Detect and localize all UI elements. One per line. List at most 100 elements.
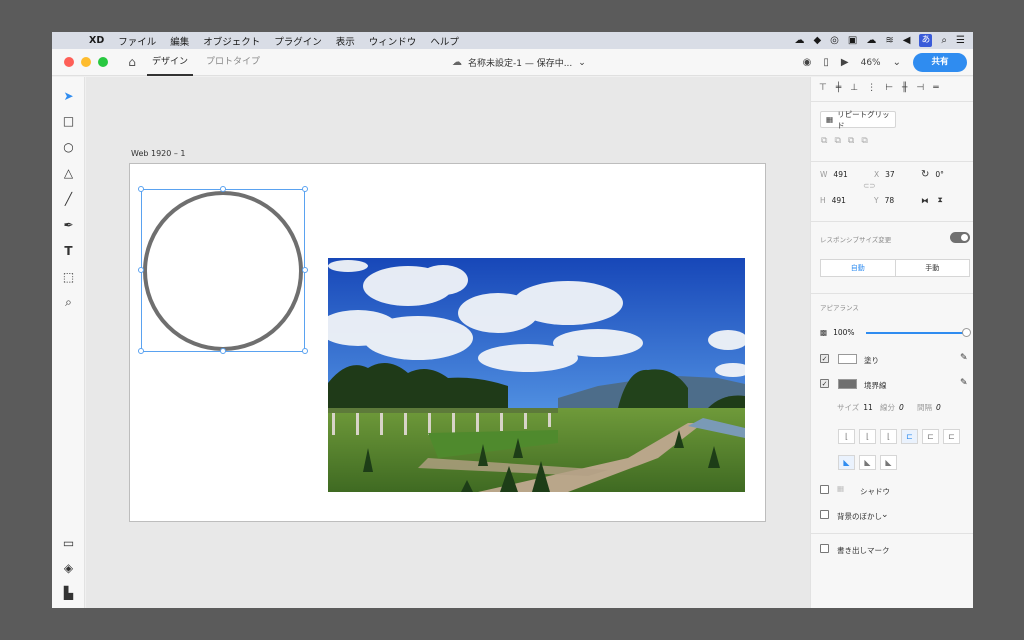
bg-blur-checkbox[interactable] [820,510,829,519]
align-bottom-icon[interactable]: ⊥ [850,83,858,93]
notification-icon[interactable]: ▣ [848,35,857,46]
intersect-icon[interactable]: ⧉ [848,136,854,146]
user-icon[interactable]: ◉ [803,57,812,68]
device-preview-icon[interactable]: ▯ [823,57,829,68]
stroke-swatch[interactable] [838,379,857,389]
stroke-outside-icon[interactable]: ⊏ [943,429,960,444]
resize-handle[interactable] [220,186,226,192]
fill-checkbox[interactable]: ✓ [820,354,829,363]
height-field[interactable]: H 491 [820,196,846,205]
align-center-icon[interactable]: ╫ [902,83,907,93]
menu-plugin[interactable]: プラグイン [267,34,329,48]
resize-handle[interactable] [302,186,308,192]
menu-file[interactable]: ファイル [111,34,163,48]
opacity-field[interactable]: ▩ 100% [820,328,855,337]
menu-edit[interactable]: 編集 [163,34,196,48]
select-tool-icon[interactable]: ➤ [60,87,77,104]
align-left-icon[interactable]: ⊢ [885,83,893,93]
auto-button[interactable]: 自動 [821,260,896,276]
opacity-slider-track[interactable] [866,332,966,334]
line-tool-icon[interactable]: ╱ [60,190,77,207]
flip-vertical-icon[interactable]: ⧗ [938,195,943,205]
pen-tool-icon[interactable]: ✒ [60,216,77,233]
maximize-window-button[interactable] [98,57,108,67]
spotlight-search-icon[interactable]: ⌕ [941,35,947,46]
y-field[interactable]: Y 78 [874,196,894,205]
shadow-checkbox[interactable] [820,485,829,494]
stroke-center-icon[interactable]: ⊏ [922,429,939,444]
plugins-icon[interactable]: ▙ [60,584,77,601]
stroke-checkbox[interactable]: ✓ [820,379,829,388]
distribute-horizontal-icon[interactable]: ═ [933,83,938,93]
wifi-icon[interactable]: ≋ [885,35,893,46]
export-mark-checkbox[interactable] [820,544,829,553]
creative-cloud-icon[interactable]: ☁ [794,35,804,46]
close-window-button[interactable] [64,57,74,67]
eyedropper-icon[interactable]: ✎ [960,378,968,388]
play-icon[interactable]: ▶ [841,57,849,68]
cap-butt-icon[interactable]: ⌊ [838,429,855,444]
align-top-icon[interactable]: ⊤ [819,83,827,93]
assets-icon[interactable]: ▭ [60,534,77,551]
subtract-icon[interactable]: ⧉ [834,136,840,146]
menu-help[interactable]: ヘルプ [423,34,466,48]
resize-handle[interactable] [138,348,144,354]
sync-icon[interactable]: ◎ [830,35,839,46]
repeat-grid-button[interactable]: ▦ リピートグリッド [820,110,896,130]
add-icon[interactable]: ⧉ [821,136,827,146]
resize-handle[interactable] [138,186,144,192]
cap-square-icon[interactable]: ⌊ [880,429,897,444]
menu-view[interactable]: 表示 [329,34,362,48]
opacity-slider-knob[interactable] [962,328,971,337]
input-method-icon[interactable]: あ [919,34,933,47]
garden-photo[interactable] [328,258,745,492]
resize-handle[interactable] [302,348,308,354]
flip-horizontal-icon[interactable]: ⧓ [921,196,929,205]
cap-round-icon[interactable]: ⌊ [859,429,876,444]
resize-handle[interactable] [220,348,226,354]
control-center-icon[interactable]: ☰ [956,35,965,46]
fill-swatch[interactable] [838,354,857,364]
dash-field[interactable]: 線分 0 [880,402,904,413]
text-tool-icon[interactable]: T [60,242,77,259]
menu-window[interactable]: ウィンドウ [362,34,424,48]
align-right-icon[interactable]: ⊣ [916,83,924,93]
artboard-tool-icon[interactable]: ⬚ [60,268,77,285]
polygon-tool-icon[interactable]: △ [60,164,77,181]
chevron-down-icon[interactable]: ⌄ [578,58,586,68]
canvas[interactable]: Web 1920 – 1 [86,77,810,608]
ellipse-tool-icon[interactable]: ○ [60,138,77,155]
artboard-label[interactable]: Web 1920 – 1 [131,149,186,158]
layers-icon[interactable]: ◈ [60,559,77,576]
join-round-icon[interactable]: ◣ [859,455,876,470]
zoom-level[interactable]: 46% [861,58,881,68]
gap-field[interactable]: 間隔 0 [917,402,941,413]
resize-handle[interactable] [302,267,308,273]
join-bevel-icon[interactable]: ◣ [880,455,897,470]
resize-handle[interactable] [138,267,144,273]
width-field[interactable]: W 491 [820,170,848,179]
eyedropper-icon[interactable]: ✎ [960,353,968,363]
rotation-field[interactable]: ↻ 0° [921,169,944,180]
cloud-upload-icon[interactable]: ☁ [866,35,876,46]
tab-prototype[interactable]: プロトタイプ [201,49,265,76]
bg-blur-chevron-icon[interactable]: ⌄ [881,510,889,520]
rectangle-tool-icon[interactable]: □ [60,112,77,129]
x-field[interactable]: X 37 [874,170,895,179]
distribute-vertical-icon[interactable]: ⋮ [867,83,876,93]
menu-object[interactable]: オブジェクト [196,34,267,48]
zoom-tool-icon[interactable]: ⌕ [60,294,77,311]
document-title[interactable]: ☁ 名称未設定-1 — 保存中... ⌄ [452,49,586,76]
minimize-window-button[interactable] [81,57,91,67]
manual-button[interactable]: 手動 [896,260,970,276]
dropbox-icon[interactable]: ◆ [813,35,821,46]
menu-xd[interactable]: XD [82,35,111,46]
stroke-size-field[interactable]: サイズ 11 [837,402,873,413]
lock-aspect-icon[interactable]: ⊂⊃ [863,181,876,190]
home-icon[interactable]: ⌂ [125,55,139,69]
stroke-inside-icon[interactable]: ⊏ [901,429,918,444]
tab-design[interactable]: デザイン [147,49,194,76]
exclude-icon[interactable]: ⧉ [861,136,867,146]
zoom-chevron-icon[interactable]: ⌄ [893,57,901,68]
volume-icon[interactable]: ◀ [903,35,911,46]
